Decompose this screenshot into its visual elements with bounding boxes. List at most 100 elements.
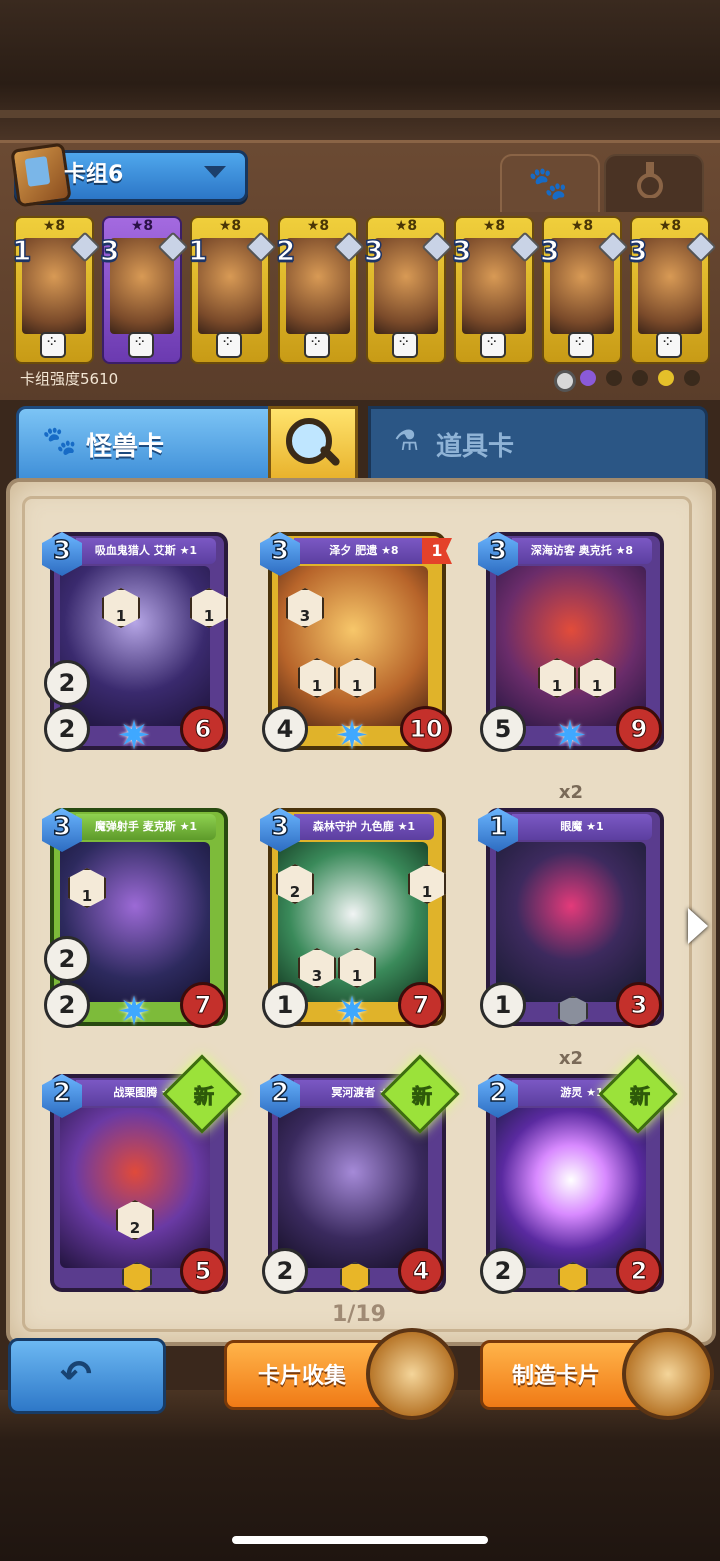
card-cost: 3 — [627, 233, 648, 268]
new-label: 新 — [194, 1084, 215, 1109]
card-health: 10 — [400, 706, 452, 752]
filter-claw-icon[interactable] — [606, 370, 622, 386]
deck-card[interactable]: ★8 1 — [11, 216, 101, 364]
card-album-icon — [366, 1328, 458, 1420]
card-name: 吸血鬼猎人 艾斯 ★1 — [76, 538, 216, 564]
card-cost: 3 — [270, 535, 290, 567]
star-icon: ✷ — [335, 989, 369, 1035]
card-name: 魔弹射手 麦克斯 ★1 — [76, 814, 216, 840]
star-level: ★8 — [42, 218, 66, 234]
deck-card[interactable]: ★8 3 — [363, 216, 453, 364]
card-health: 5 — [180, 1248, 226, 1294]
star-level: ★8 — [570, 218, 594, 234]
card-collection-label: 卡片收集 — [258, 1364, 347, 1389]
deck-card[interactable]: ★8 3 — [99, 216, 189, 364]
card-name: 森林守护 九色鹿 ★1 — [294, 814, 434, 840]
card-cost: 2 — [270, 1077, 290, 1109]
dice-icon — [128, 332, 154, 358]
card-cost: 3 — [488, 535, 508, 567]
duplicate-count: x2 — [558, 1048, 584, 1069]
card-health: 4 — [398, 1248, 444, 1294]
star-level: ★8 — [218, 218, 242, 234]
filter-all-icon[interactable] — [554, 370, 576, 392]
star-icon: ✷ — [117, 713, 151, 759]
deck-card[interactable]: ★8 1 — [187, 216, 277, 364]
card-art — [60, 1108, 210, 1268]
page-indicator: 1/19 — [332, 1302, 386, 1327]
paw-icon: 🐾 — [42, 424, 77, 457]
monster-card[interactable]: 眼魔 ★1 1 1 3 x2 — [478, 782, 664, 1032]
card-art — [60, 566, 210, 726]
top-wood-frame — [0, 0, 720, 140]
card-attack: 2 — [262, 1248, 308, 1294]
monster-card[interactable]: 战栗图腾 ★1 2 2 5 新 — [42, 1054, 242, 1298]
card-health: 3 — [616, 982, 662, 1028]
monster-card[interactable]: 魔弹射手 麦克斯 ★1 3 1 2 2 ✷ 7 — [42, 808, 228, 1032]
next-page-arrow-icon[interactable] — [688, 908, 708, 944]
card-cost: 3 — [539, 233, 560, 268]
card-cost: 3 — [363, 233, 384, 268]
card-attack: 2 — [44, 706, 90, 752]
card-art — [278, 566, 428, 726]
card-attack-secondary: 2 — [44, 660, 90, 706]
card-art — [60, 842, 210, 1002]
monster-card[interactable]: 森林守护 九色鹿 ★1 3 2 3 1 1 1 ✷ 7 — [260, 808, 446, 1035]
dice-icon — [656, 332, 682, 358]
card-cost: 3 — [451, 233, 472, 268]
home-indicator[interactable] — [232, 1536, 488, 1544]
star-level: ★8 — [306, 218, 330, 234]
dice-icon — [216, 332, 242, 358]
paw-icon: 🐾 — [528, 164, 568, 202]
monster-card[interactable]: 游灵 ★1 2 2 2 新 x2 — [478, 1048, 678, 1298]
dice-icon — [392, 332, 418, 358]
monster-card[interactable]: 泽夕 肥遗 ★8 3 1 3 1 1 4 ✷ 10 — [260, 532, 452, 756]
card-attack: 2 — [480, 1248, 526, 1294]
card-health: 7 — [180, 982, 226, 1028]
card-attack: 5 — [480, 706, 526, 752]
flask-icon: ⚗ — [394, 424, 420, 457]
deck-card[interactable]: ★8 3 — [451, 216, 541, 364]
monster-card[interactable]: 深海访客 奥克托 ★8 3 1 1 5 ✷ 9 — [478, 532, 664, 756]
card-name: 泽夕 肥遗 ★8 — [294, 538, 434, 564]
card-name: 眼魔 ★1 — [512, 814, 652, 840]
star-level: ★8 — [130, 218, 154, 234]
card-cost: 3 — [99, 233, 120, 268]
back-arrow-icon: ↶ — [60, 1352, 92, 1396]
card-cost: 3 — [270, 811, 290, 843]
book-icon — [10, 142, 72, 208]
filter-purple-icon[interactable] — [580, 370, 596, 386]
card-health: 9 — [616, 706, 662, 752]
monster-card[interactable]: 冥河渡者 ★1 2 2 4 新 — [260, 1054, 460, 1298]
card-cost: 2 — [488, 1077, 508, 1109]
craft-card-label: 制造卡片 — [512, 1364, 601, 1389]
card-attack: 1 — [480, 982, 526, 1028]
duplicate-count: x2 — [558, 782, 584, 803]
card-health: 2 — [616, 1248, 662, 1294]
card-attack: 1 — [262, 982, 308, 1028]
deck-card[interactable]: ★8 2 — [275, 216, 365, 364]
filter-hand-icon[interactable] — [632, 370, 648, 386]
new-label: 新 — [630, 1084, 651, 1109]
monster-card[interactable]: 吸血鬼猎人 艾斯 ★1 3 1 1 2 2 ✷ 6 — [42, 532, 228, 759]
card-art — [278, 1108, 428, 1268]
card-health: 6 — [180, 706, 226, 752]
card-art — [496, 842, 646, 1002]
filter-fire-icon[interactable] — [684, 370, 700, 386]
deck-power: 卡组强度5610 — [20, 370, 119, 388]
dice-icon — [568, 332, 594, 358]
dice-icon — [304, 332, 330, 358]
card-attack: 2 — [44, 982, 90, 1028]
card-cost: 2 — [52, 1077, 72, 1109]
card-attack-secondary: 2 — [44, 936, 90, 982]
deck-card[interactable]: ★8 3 — [627, 216, 717, 364]
card-cost: 3 — [52, 811, 72, 843]
card-name: 深海访客 奥克托 ★8 — [512, 538, 652, 564]
deck-card[interactable]: ★8 3 — [539, 216, 629, 364]
dice-icon — [480, 332, 506, 358]
deck-name: 卡组6 — [64, 162, 124, 187]
filter-gold-icon[interactable] — [658, 370, 674, 386]
card-cost: 1 — [488, 811, 508, 843]
chevron-down-icon[interactable] — [204, 166, 226, 178]
card-attack: 4 — [262, 706, 308, 752]
card-health: 7 — [398, 982, 444, 1028]
